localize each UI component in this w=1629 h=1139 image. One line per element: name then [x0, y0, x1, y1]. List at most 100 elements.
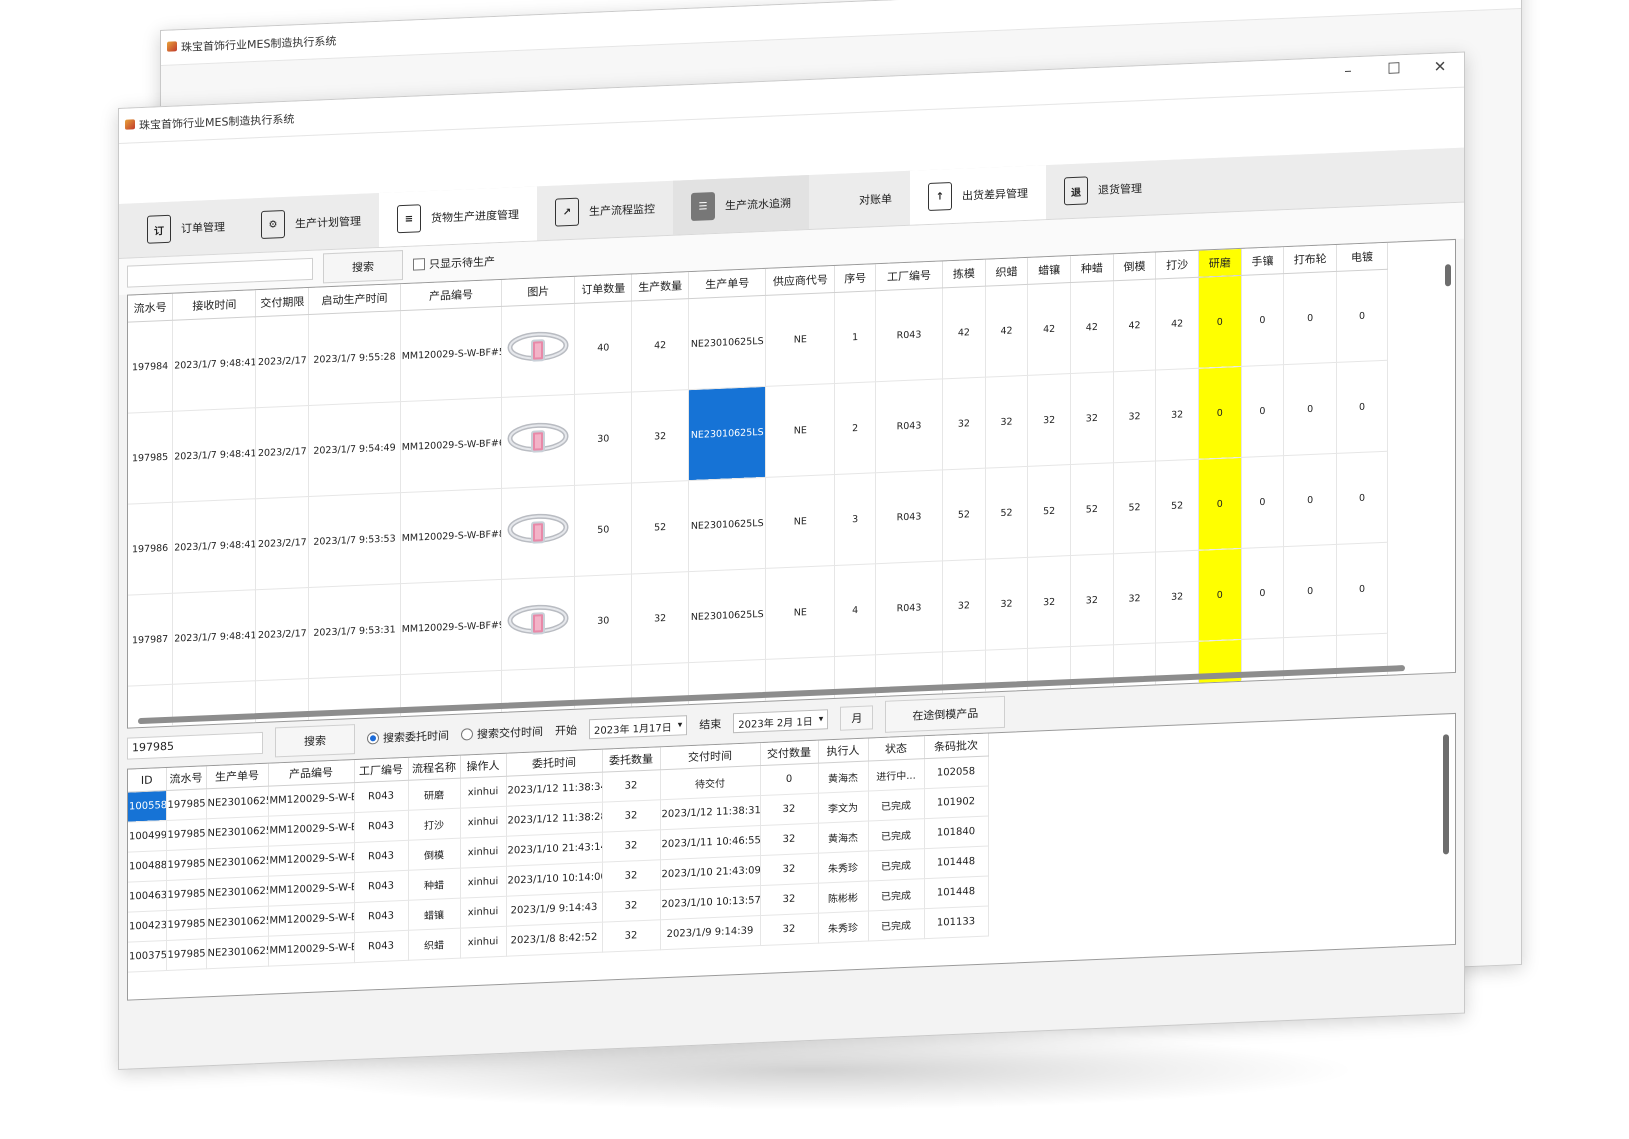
table-cell[interactable]: 2023/2/17 [255, 496, 309, 590]
table-cell[interactable]: 1004995 [128, 820, 166, 853]
table-cell[interactable]: 32 [760, 793, 818, 826]
table-cell[interactable]: MM120029-S-W-BF#8 [400, 488, 502, 584]
table-cell[interactable]: 2023/1/12 11:38:34 [506, 772, 602, 807]
column-header[interactable]: 条码批次 [924, 733, 988, 759]
table-cell[interactable]: 0 [1198, 548, 1242, 642]
table-cell[interactable]: 52 [985, 466, 1028, 560]
column-header[interactable]: 流水号 [128, 293, 173, 323]
search-input[interactable] [127, 257, 313, 288]
table-cell[interactable]: 50 [574, 482, 632, 577]
table-cell[interactable]: 42 [631, 298, 689, 392]
table-cell[interactable]: 0 [1283, 362, 1337, 456]
table-cell[interactable]: 朱秀珍 [818, 911, 868, 944]
table-cell[interactable]: 101448 [924, 846, 988, 879]
table-cell[interactable]: 101448 [924, 876, 988, 909]
table-cell[interactable]: 2023/1/7 9:54:49 [308, 401, 401, 497]
table-cell[interactable]: 32 [1070, 371, 1114, 465]
column-header[interactable]: 图片 [501, 276, 575, 307]
table-cell[interactable]: 种蜡 [408, 868, 460, 901]
column-header[interactable]: 操作人 [460, 753, 506, 779]
calendar-dropdown-icon[interactable]: ▾ [819, 714, 824, 724]
table-cell[interactable]: 52 [1070, 462, 1114, 556]
column-header[interactable]: 拣模 [942, 259, 986, 288]
column-header[interactable]: 工厂编号 [875, 261, 943, 291]
column-header[interactable]: 生产单号 [206, 763, 268, 789]
table-cell[interactable]: R043 [354, 870, 408, 903]
table-cell[interactable]: R043 [354, 780, 408, 813]
table-cell[interactable]: 2023/1/12 11:38:28 [506, 802, 602, 837]
table-cell[interactable]: 0 [1283, 544, 1337, 638]
table-cell[interactable]: 32 [602, 919, 660, 953]
checkbox-box[interactable] [413, 258, 425, 271]
column-header[interactable]: 打沙 [1155, 250, 1199, 280]
table-cell[interactable]: 进行中... [868, 758, 924, 792]
minimize-button[interactable]: – [1391, 0, 1419, 1]
table-cell[interactable]: NE [765, 292, 835, 387]
table-cell[interactable]: 197985 [166, 788, 206, 821]
column-header[interactable]: 打布轮 [1283, 244, 1337, 274]
table-cell[interactable]: R043 [875, 378, 943, 473]
table-cell[interactable]: NE [765, 565, 835, 660]
table-cell[interactable]: 30 [574, 573, 632, 668]
product-image-cell[interactable] [501, 485, 575, 580]
table-cell[interactable]: 2023/1/9 9:14:43 [506, 892, 602, 927]
table-cell[interactable]: 已完成 [868, 788, 924, 822]
table-cell[interactable]: 1 [834, 290, 876, 384]
table-cell[interactable]: 32 [1155, 368, 1199, 462]
table-cell[interactable]: NE [765, 383, 835, 478]
table-cell[interactable]: 1004634 [128, 880, 166, 913]
table-cell[interactable]: 朱秀珍 [818, 851, 868, 884]
table-cell[interactable]: 32 [631, 389, 689, 483]
table-cell[interactable]: 2023/2/17 [255, 314, 309, 408]
table-cell[interactable]: 4 [834, 563, 876, 657]
month-button[interactable]: 月 [840, 705, 874, 731]
table-cell[interactable]: 101840 [924, 816, 988, 849]
detail-vertical-scrollbar[interactable] [1443, 734, 1449, 855]
table-cell[interactable]: 2023/1/7 9:55:28 [308, 310, 401, 406]
table-cell[interactable]: 101902 [924, 786, 988, 819]
table-cell[interactable]: 打沙 [408, 808, 460, 841]
minimize-button[interactable]: – [1334, 61, 1362, 80]
table-cell[interactable]: 2023/1/7 9:53:53 [308, 492, 401, 588]
table-cell[interactable]: 32 [1155, 550, 1199, 644]
table-cell[interactable]: 待交付 [660, 765, 760, 800]
table-cell[interactable]: 197985 [128, 411, 173, 505]
table-cell[interactable]: MM120029-S-W-BF#9 [400, 579, 502, 675]
table-cell[interactable]: MM120029-S-W-BF#6 [268, 812, 354, 847]
table-cell[interactable]: 40 [574, 300, 632, 395]
serial-search-input[interactable]: 197985 [127, 731, 263, 760]
table-cell[interactable]: 0 [1336, 269, 1388, 363]
product-image-cell[interactable] [501, 394, 575, 489]
table-cell[interactable]: 李文为 [818, 791, 868, 824]
table-cell[interactable]: 197984 [128, 320, 173, 414]
table-cell[interactable]: 1004887 [128, 850, 166, 883]
table-cell[interactable]: 42 [1113, 279, 1156, 372]
maximize-button[interactable]: ☐ [1380, 59, 1408, 78]
column-header[interactable]: 接收时间 [172, 290, 256, 321]
table-cell[interactable]: 2023/1/10 21:43:09 [660, 855, 760, 890]
table-cell[interactable]: 101133 [924, 906, 988, 939]
close-button[interactable]: ✕ [1426, 57, 1454, 76]
tab-production-plan[interactable]: ⚙ 生产计划管理 [243, 193, 379, 253]
column-header[interactable]: 生产单号 [688, 268, 766, 299]
in-transit-button[interactable]: 在途倒模产品 [885, 695, 1006, 733]
table-cell[interactable]: 2023/2/17 [255, 405, 309, 499]
table-cell[interactable]: MM120029-S-W-BF#5 [400, 306, 502, 402]
table-cell[interactable]: 2023/1/7 9:53:31 [308, 583, 401, 679]
table-cell[interactable]: 黄海杰 [818, 761, 868, 794]
column-header[interactable]: 序号 [834, 264, 876, 293]
table-cell[interactable]: 42 [942, 286, 986, 379]
table-cell[interactable]: 陈彬彬 [818, 881, 868, 914]
table-cell[interactable]: 1005580 [128, 790, 166, 823]
table-cell[interactable]: 42 [985, 284, 1028, 378]
table-cell[interactable]: xinhui [460, 776, 506, 809]
table-cell[interactable]: xinhui [460, 926, 506, 959]
column-header[interactable]: 织蜡 [985, 257, 1028, 287]
table-cell[interactable]: 已完成 [868, 908, 924, 942]
table-cell[interactable]: 52 [942, 468, 986, 561]
table-cell[interactable]: R043 [354, 810, 408, 843]
table-cell[interactable]: 32 [631, 571, 689, 665]
radio-dot[interactable] [367, 732, 379, 745]
table-cell[interactable]: R043 [354, 840, 408, 873]
table-cell[interactable]: R043 [875, 469, 943, 564]
